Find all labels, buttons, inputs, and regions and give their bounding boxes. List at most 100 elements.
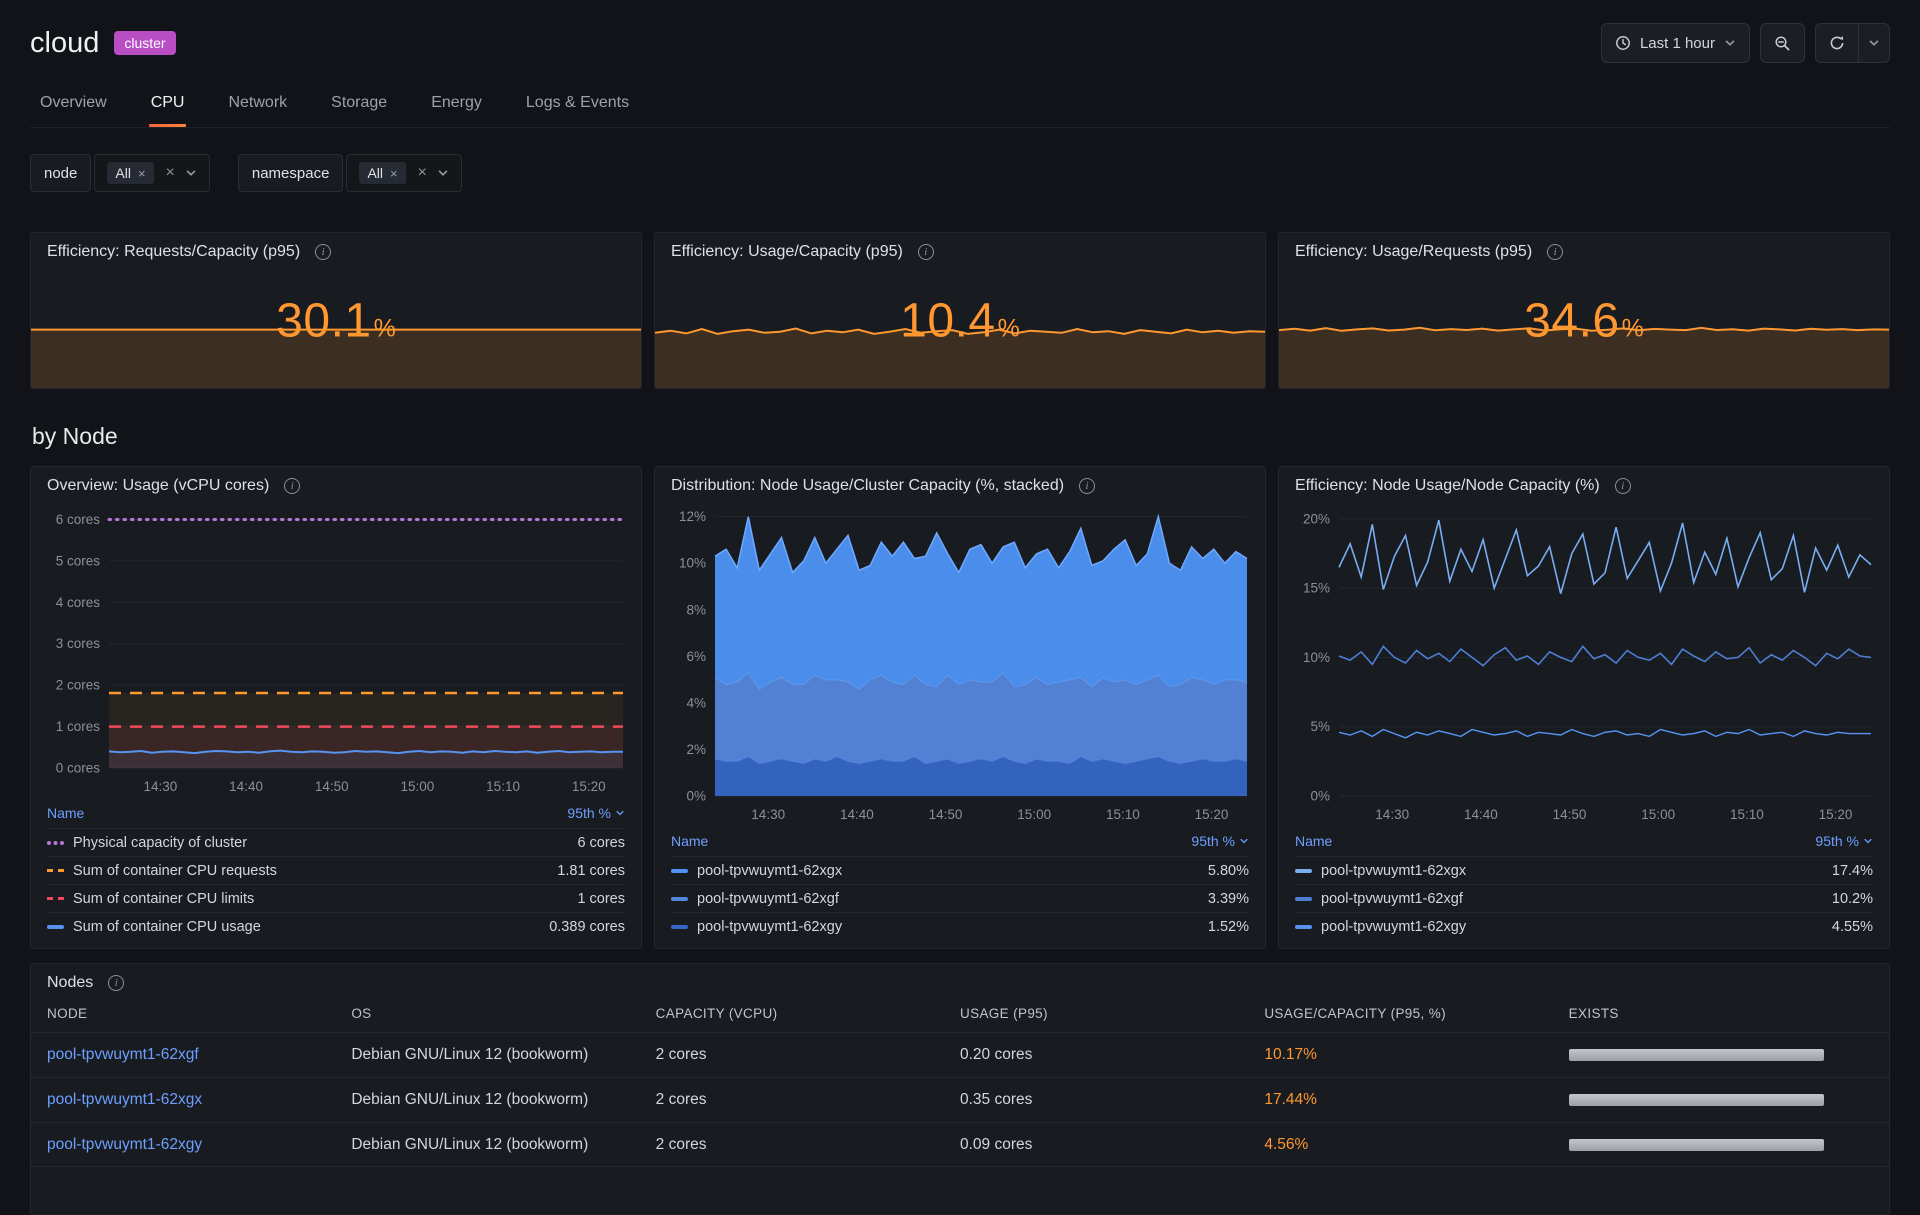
legend-item[interactable]: pool-tpvwuymt1-62xgx 5.80%: [671, 856, 1249, 884]
legend-sort-name[interactable]: Name: [47, 805, 84, 821]
tab-energy[interactable]: Energy: [429, 82, 484, 127]
filter-label[interactable]: namespace: [238, 154, 344, 192]
column-header[interactable]: OS: [351, 1006, 655, 1021]
tab-logs-events[interactable]: Logs & Events: [524, 82, 631, 127]
capacity-cell: 2 cores: [656, 1091, 960, 1109]
remove-tag-icon[interactable]: ×: [390, 166, 398, 181]
chevron-down-icon: [1863, 836, 1873, 846]
chart-panel: Overview: Usage (vCPU cores) i 0 cores1 …: [30, 466, 642, 949]
svg-text:14:40: 14:40: [229, 779, 263, 794]
svg-text:15:20: 15:20: [1195, 807, 1229, 822]
column-header[interactable]: NODE: [47, 1006, 351, 1021]
svg-text:15:00: 15:00: [1017, 807, 1051, 822]
series-swatch: [1295, 897, 1312, 901]
node-link[interactable]: pool-tpvwuymt1-62xgx: [47, 1091, 202, 1108]
dashboard-title: cloud: [30, 27, 99, 60]
refresh-interval-dropdown[interactable]: [1859, 23, 1890, 63]
column-header[interactable]: USAGE (P95): [960, 1006, 1264, 1021]
clear-filter-icon[interactable]: ×: [166, 164, 175, 182]
table-row: pool-tpvwuymt1-62xgx Debian GNU/Linux 12…: [31, 1077, 1889, 1122]
column-header[interactable]: USAGE/CAPACITY (P95, %): [1264, 1006, 1568, 1021]
info-icon[interactable]: i: [1615, 478, 1631, 494]
filter-value-box[interactable]: All× ×: [94, 154, 210, 192]
legend: Name 95th % pool-tpvwuymt1-62xgx 5.80% p…: [655, 826, 1265, 948]
series-value: 1.52%: [1208, 919, 1249, 935]
svg-text:15:10: 15:10: [486, 779, 520, 794]
table-body: pool-tpvwuymt1-62xgf Debian GNU/Linux 12…: [31, 1032, 1889, 1167]
filter-label[interactable]: node: [30, 154, 91, 192]
panel-title[interactable]: Efficiency: Usage/Requests (p95): [1295, 243, 1532, 261]
legend-item[interactable]: pool-tpvwuymt1-62xgy 1.52%: [671, 912, 1249, 940]
svg-text:15:10: 15:10: [1106, 807, 1140, 822]
legend-sort-value[interactable]: 95th %: [1815, 833, 1873, 849]
legend-sort-name[interactable]: Name: [1295, 833, 1332, 849]
time-range-picker[interactable]: Last 1 hour: [1601, 23, 1750, 63]
exists-bar: [1569, 1049, 1825, 1061]
chevron-down-icon: [1868, 37, 1880, 49]
legend-item[interactable]: Physical capacity of cluster 6 cores: [47, 828, 625, 856]
dashboard: cloud cluster Last 1 hour: [0, 0, 1920, 1215]
zoom-out-button[interactable]: [1760, 23, 1805, 63]
chevron-down-icon: [185, 167, 197, 179]
exists-cell: [1569, 1139, 1873, 1151]
column-header[interactable]: EXISTS: [1569, 1006, 1873, 1021]
info-icon[interactable]: i: [1547, 244, 1563, 260]
legend-sort-value[interactable]: 95th %: [1191, 833, 1249, 849]
table-row: pool-tpvwuymt1-62xgy Debian GNU/Linux 12…: [31, 1122, 1889, 1167]
clear-filter-icon[interactable]: ×: [418, 164, 427, 182]
svg-text:14:40: 14:40: [1464, 807, 1498, 822]
panel-title[interactable]: Distribution: Node Usage/Cluster Capacit…: [671, 477, 1064, 495]
panel-title[interactable]: Efficiency: Node Usage/Node Capacity (%): [1295, 477, 1600, 495]
filter-namespace: namespace All× ×: [238, 154, 462, 192]
tab-network[interactable]: Network: [226, 82, 289, 127]
legend-item[interactable]: pool-tpvwuymt1-62xgf 3.39%: [671, 884, 1249, 912]
svg-text:14:30: 14:30: [751, 807, 785, 822]
node-link[interactable]: pool-tpvwuymt1-62xgy: [47, 1136, 202, 1153]
info-icon[interactable]: i: [284, 478, 300, 494]
column-header[interactable]: CAPACITY (VCPU): [656, 1006, 960, 1021]
remove-tag-icon[interactable]: ×: [138, 166, 146, 181]
panel-title[interactable]: Overview: Usage (vCPU cores): [47, 477, 269, 495]
panel-title[interactable]: Nodes: [47, 974, 93, 992]
tab-cpu[interactable]: CPU: [149, 82, 187, 127]
legend-sort-value[interactable]: 95th %: [567, 805, 625, 821]
svg-text:3 cores: 3 cores: [56, 636, 101, 651]
panel-title[interactable]: Efficiency: Usage/Capacity (p95): [671, 243, 903, 261]
filter-value-box[interactable]: All× ×: [346, 154, 462, 192]
svg-text:10%: 10%: [679, 556, 706, 571]
filter-tag[interactable]: All×: [359, 162, 405, 184]
legend-sort-name[interactable]: Name: [671, 833, 708, 849]
series-swatch: [47, 897, 64, 900]
stat-panel: Efficiency: Usage/Capacity (p95) i 10.4%: [654, 232, 1266, 389]
series-swatch: [47, 841, 64, 845]
series-swatch: [671, 869, 688, 873]
efficiency-nodes-chart[interactable]: 0%5%10%15%20%14:3014:4014:5015:0015:1015…: [1283, 497, 1885, 826]
node-link[interactable]: pool-tpvwuymt1-62xgf: [47, 1046, 199, 1063]
tab-overview[interactable]: Overview: [38, 82, 109, 127]
series-value: 0.389 cores: [549, 919, 625, 935]
legend-item[interactable]: pool-tpvwuymt1-62xgf 10.2%: [1295, 884, 1873, 912]
legend-item[interactable]: pool-tpvwuymt1-62xgx 17.4%: [1295, 856, 1873, 884]
svg-text:6%: 6%: [686, 649, 706, 664]
legend-item[interactable]: Sum of container CPU usage 0.389 cores: [47, 912, 625, 940]
info-icon[interactable]: i: [108, 975, 124, 991]
refresh-button[interactable]: [1815, 23, 1859, 63]
legend-item[interactable]: Sum of container CPU requests 1.81 cores: [47, 856, 625, 884]
info-icon[interactable]: i: [918, 244, 934, 260]
legend-item[interactable]: pool-tpvwuymt1-62xgy 4.55%: [1295, 912, 1873, 940]
filter-tag[interactable]: All×: [107, 162, 153, 184]
info-icon[interactable]: i: [315, 244, 331, 260]
tab-storage[interactable]: Storage: [329, 82, 389, 127]
usage-capacity-cell: 10.17%: [1264, 1046, 1568, 1064]
info-icon[interactable]: i: [1079, 478, 1095, 494]
capacity-cell: 2 cores: [656, 1046, 960, 1064]
legend-item[interactable]: Sum of container CPU limits 1 cores: [47, 884, 625, 912]
distribution-stacked-chart[interactable]: 0%2%4%6%8%10%12%14:3014:4014:5015:0015:1…: [659, 497, 1261, 826]
panel-title[interactable]: Efficiency: Requests/Capacity (p95): [47, 243, 300, 261]
usage-cell: 0.09 cores: [960, 1136, 1264, 1154]
toolbar: Last 1 hour: [1601, 23, 1890, 63]
chart-panel: Distribution: Node Usage/Cluster Capacit…: [654, 466, 1266, 949]
overview-usage-chart[interactable]: 0 cores1 cores2 cores3 cores4 cores5 cor…: [35, 497, 637, 798]
chart-panels-row: Overview: Usage (vCPU cores) i 0 cores1 …: [30, 466, 1890, 949]
clock-icon: [1615, 35, 1631, 51]
